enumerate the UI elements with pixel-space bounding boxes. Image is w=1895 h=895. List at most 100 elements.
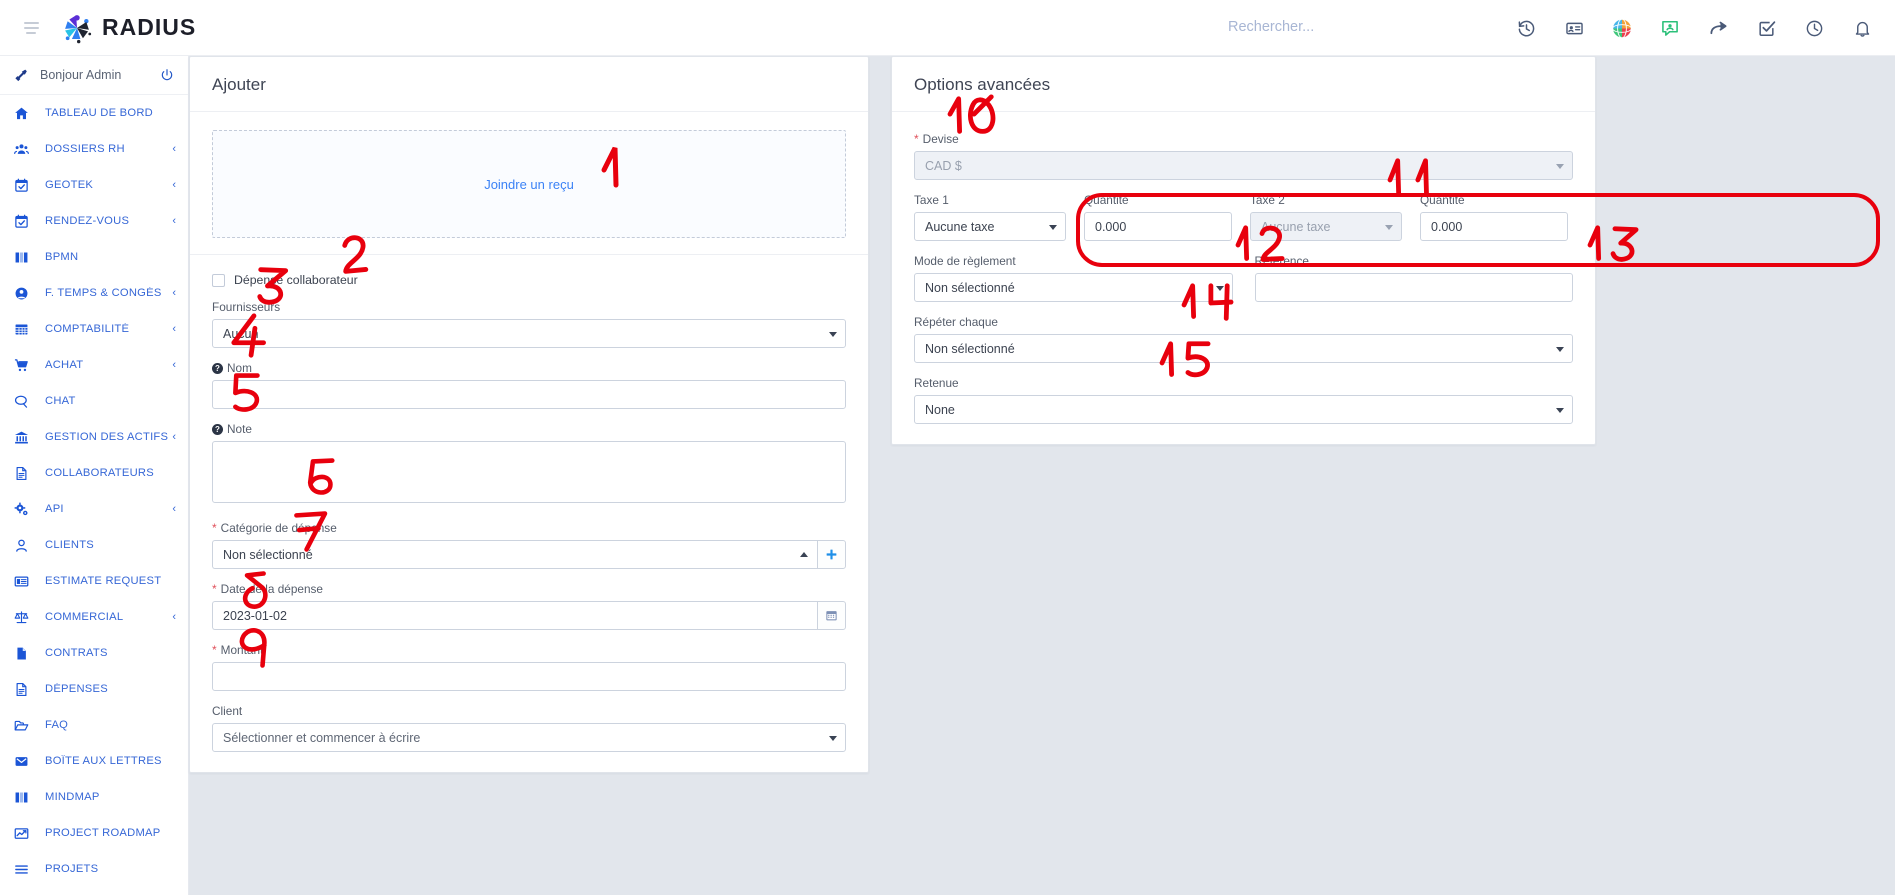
attach-receipt-label: Joindre un reçu [484, 176, 574, 192]
fournisseurs-select[interactable]: Aucun [212, 319, 846, 348]
field-taxe2: Taxe 2 Aucune taxe [1250, 193, 1402, 241]
history-icon[interactable] [1515, 17, 1537, 39]
chat-bubble-icon [14, 394, 36, 409]
collaborator-expense-checkbox[interactable] [212, 273, 225, 287]
logout-power-icon[interactable] [160, 68, 174, 82]
sidebar-item-achat[interactable]: ACHAT ‹ [0, 347, 188, 383]
categorie-select-value[interactable]: Non sélectionné [212, 540, 817, 569]
taxe1-select-value[interactable]: Aucune taxe [914, 212, 1066, 241]
client-select[interactable]: Sélectionner et commencer à écrire [212, 723, 846, 752]
field-fournisseurs: Fournisseurs Aucun [212, 300, 846, 348]
reference-input[interactable] [1254, 273, 1573, 302]
sidebar-item-label: API [45, 503, 64, 515]
sidebar-item-gestion-des-actifs[interactable]: GESTION DES ACTIFS ‹ [0, 419, 188, 455]
required-star: * [212, 521, 217, 535]
sidebar-item-label: CONTRATS [45, 647, 108, 659]
categorie-select[interactable]: Non sélectionné [212, 540, 817, 569]
sidebar-item-commercial[interactable]: COMMERCIAL ‹ [0, 599, 188, 635]
sidebar-item-label: TABLEAU DE BORD [45, 107, 153, 119]
document-lines-icon [14, 466, 36, 481]
contact-chat-icon[interactable] [1659, 17, 1681, 39]
menu-bar-2 [23, 26, 39, 29]
brand-name: RADIUS [102, 14, 197, 40]
label-mode-reglement-text: Mode de règlement [914, 254, 1016, 268]
label-reference-text: Référence [1254, 254, 1309, 268]
sidebar-item-comptabilit[interactable]: COMPTABILITÉ ‹ [0, 311, 188, 347]
sidebar-item-bo-te-aux-lettres[interactable]: BOÎTE AUX LETTRES [0, 743, 188, 779]
sidebar-item-api[interactable]: API ‹ [0, 491, 188, 527]
bell-icon[interactable] [1851, 17, 1873, 39]
home-icon [14, 106, 36, 121]
date-picker-button[interactable] [817, 601, 846, 630]
sidebar-item-f-temps-cong-s[interactable]: F. TEMPS & CONGÉS ‹ [0, 275, 188, 311]
label-quantite2-text: Quantité [1420, 193, 1465, 207]
label-categorie: * Catégorie de dépense [212, 521, 846, 535]
label-montant-text: Montant [220, 643, 264, 657]
retenue-select-value[interactable]: None [914, 395, 1573, 424]
sidebar-item-chat[interactable]: CHAT [0, 383, 188, 419]
label-montant: * Montant [212, 643, 846, 657]
checkbox-task-icon[interactable] [1755, 17, 1777, 39]
sidebar-item-contrats[interactable]: CONTRATS [0, 635, 188, 671]
brand[interactable]: RADIUS [60, 11, 196, 45]
quantite1-input[interactable] [1084, 212, 1232, 241]
add-category-button[interactable] [817, 540, 846, 569]
ajouter-card-body: Joindre un reçu Dépense collaborateur Fo… [190, 112, 868, 772]
sidebar-item-dossiers-rh[interactable]: DOSSIERS RH ‹ [0, 131, 188, 167]
sidebar-item-collaborateurs[interactable]: COLLABORATEURS [0, 455, 188, 491]
sidebar-item-geotek[interactable]: GEOTEK ‹ [0, 167, 188, 203]
sidebar-item-bpmn[interactable]: BPMN [0, 239, 188, 275]
sidebar-item-label: CHAT [45, 395, 76, 407]
sidebar-item-estimate-request[interactable]: ESTIMATE REQUEST [0, 563, 188, 599]
menu-toggle-icon[interactable] [8, 21, 54, 34]
repeter-select[interactable]: Non sélectionné [914, 334, 1573, 363]
share-arrow-icon[interactable] [1707, 17, 1729, 39]
book-icon [14, 790, 36, 805]
clock-icon[interactable] [1803, 17, 1825, 39]
calendar-check-icon [14, 214, 36, 229]
sidebar-item-faq[interactable]: FAQ [0, 707, 188, 743]
client-select-value[interactable]: Sélectionner et commencer à écrire [212, 723, 846, 752]
label-retenue: Retenue [914, 376, 1573, 390]
sidebar-item-project-roadmap[interactable]: PROJECT ROADMAP [0, 815, 188, 851]
sidebar-item-tableau-de-bord[interactable]: TABLEAU DE BORD [0, 95, 188, 131]
sidebar-item-clients[interactable]: CLIENTS [0, 527, 188, 563]
note-textarea[interactable] [212, 441, 846, 503]
label-repeter-text: Répéter chaque [914, 315, 998, 329]
field-mode-reglement: Mode de règlement Non sélectionné [914, 254, 1233, 302]
date-input-wrap [212, 601, 817, 630]
id-card-icon[interactable] [1563, 17, 1585, 39]
sidebar-item-label: COMPTABILITÉ [45, 323, 130, 335]
chevron-left-icon: ‹ [172, 431, 176, 443]
field-quantite1: Quantité [1084, 193, 1232, 241]
label-quantite1: Quantité [1084, 193, 1232, 207]
field-nom: ? Nom [212, 361, 846, 409]
mode-reglement-select[interactable]: Non sélectionné [914, 273, 1233, 302]
payment-reference-row: Mode de règlement Non sélectionné Référe… [914, 254, 1573, 302]
label-fournisseurs-text: Fournisseurs [212, 300, 281, 314]
quantite2-input[interactable] [1420, 212, 1568, 241]
mode-reglement-select-value[interactable]: Non sélectionné [914, 273, 1233, 302]
nom-input[interactable] [212, 380, 846, 409]
sidebar-item-rendez-vous[interactable]: RENDEZ-VOUS ‹ [0, 203, 188, 239]
label-quantite2: Quantité [1420, 193, 1568, 207]
date-input[interactable] [212, 601, 817, 630]
label-repeter: Répéter chaque [914, 315, 1573, 329]
receipt-dropzone[interactable]: Joindre un reçu [212, 130, 846, 238]
sidebar-item-label: FAQ [45, 719, 69, 731]
sidebar-item-d-penses[interactable]: DÉPENSES [0, 671, 188, 707]
retenue-select[interactable]: None [914, 395, 1573, 424]
montant-input[interactable] [212, 662, 846, 691]
search-input[interactable] [1228, 19, 1498, 35]
taxe1-select[interactable]: Aucune taxe [914, 212, 1066, 241]
repeter-select-value[interactable]: Non sélectionné [914, 334, 1573, 363]
sidebar-item-label: F. TEMPS & CONGÉS [45, 287, 162, 299]
collaborator-expense-row[interactable]: Dépense collaborateur [212, 273, 846, 287]
help-icon[interactable]: ? [212, 362, 223, 374]
sidebar-item-mindmap[interactable]: MINDMAP [0, 779, 188, 815]
fournisseurs-select-value[interactable]: Aucun [212, 319, 846, 348]
sidebar-item-projets[interactable]: PROJETS [0, 851, 188, 887]
help-icon[interactable]: ? [212, 423, 223, 435]
search-box[interactable] [1228, 18, 1498, 36]
globe-colorful-icon[interactable] [1611, 17, 1633, 39]
